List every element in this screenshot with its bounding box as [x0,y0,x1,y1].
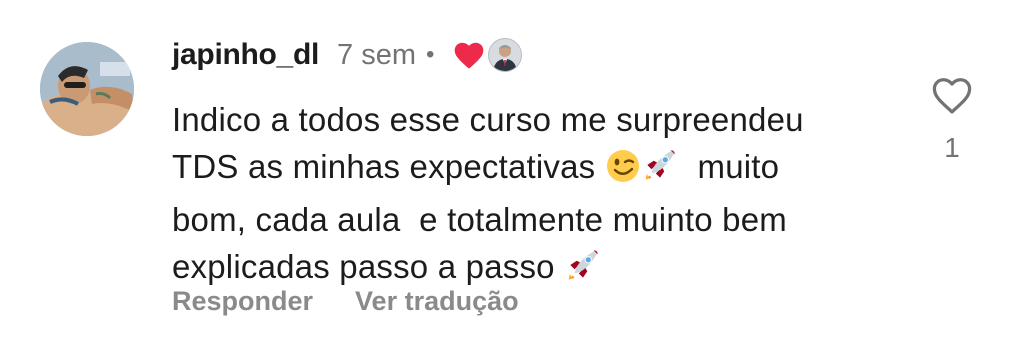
like-count: 1 [944,132,960,163]
creator-liked-heart-icon [452,40,486,70]
comment-body: Indico a todos esse curso me surpreendeu… [172,96,892,296]
comment-line: Indico a todos esse curso me surpreendeu [172,101,804,138]
comment-line: bom, cada aula e totalmente muinto bem [172,201,787,238]
separator-dot: • [426,41,435,68]
comment-line-text: TDS as minhas expectativas [172,148,596,185]
see-translation-button[interactable]: Ver tradução [355,286,519,317]
rocket-emoji-icon [641,146,679,196]
like-button[interactable] [930,74,974,116]
comment-header: japinho_dl 7 sem • [172,33,523,77]
comment-line-text: explicadas passo a passo [172,248,555,285]
comment-actions: Responder Ver tradução [172,286,519,317]
reply-button[interactable]: Responder [172,286,313,317]
rocket-emoji-icon [564,246,602,296]
comment: japinho_dl 7 sem • Indico a todos esse c… [0,0,1024,347]
comment-line-text: muito [697,148,780,185]
winking-face-emoji-icon [605,148,641,196]
creator-avatar [488,38,523,72]
heart-outline-icon [930,78,974,120]
comment-line: TDS as minhas expectativas muito [172,143,892,196]
user-avatar[interactable] [40,42,134,136]
username[interactable]: japinho_dl [172,38,319,72]
comment-timestamp: 7 sem [337,38,416,71]
